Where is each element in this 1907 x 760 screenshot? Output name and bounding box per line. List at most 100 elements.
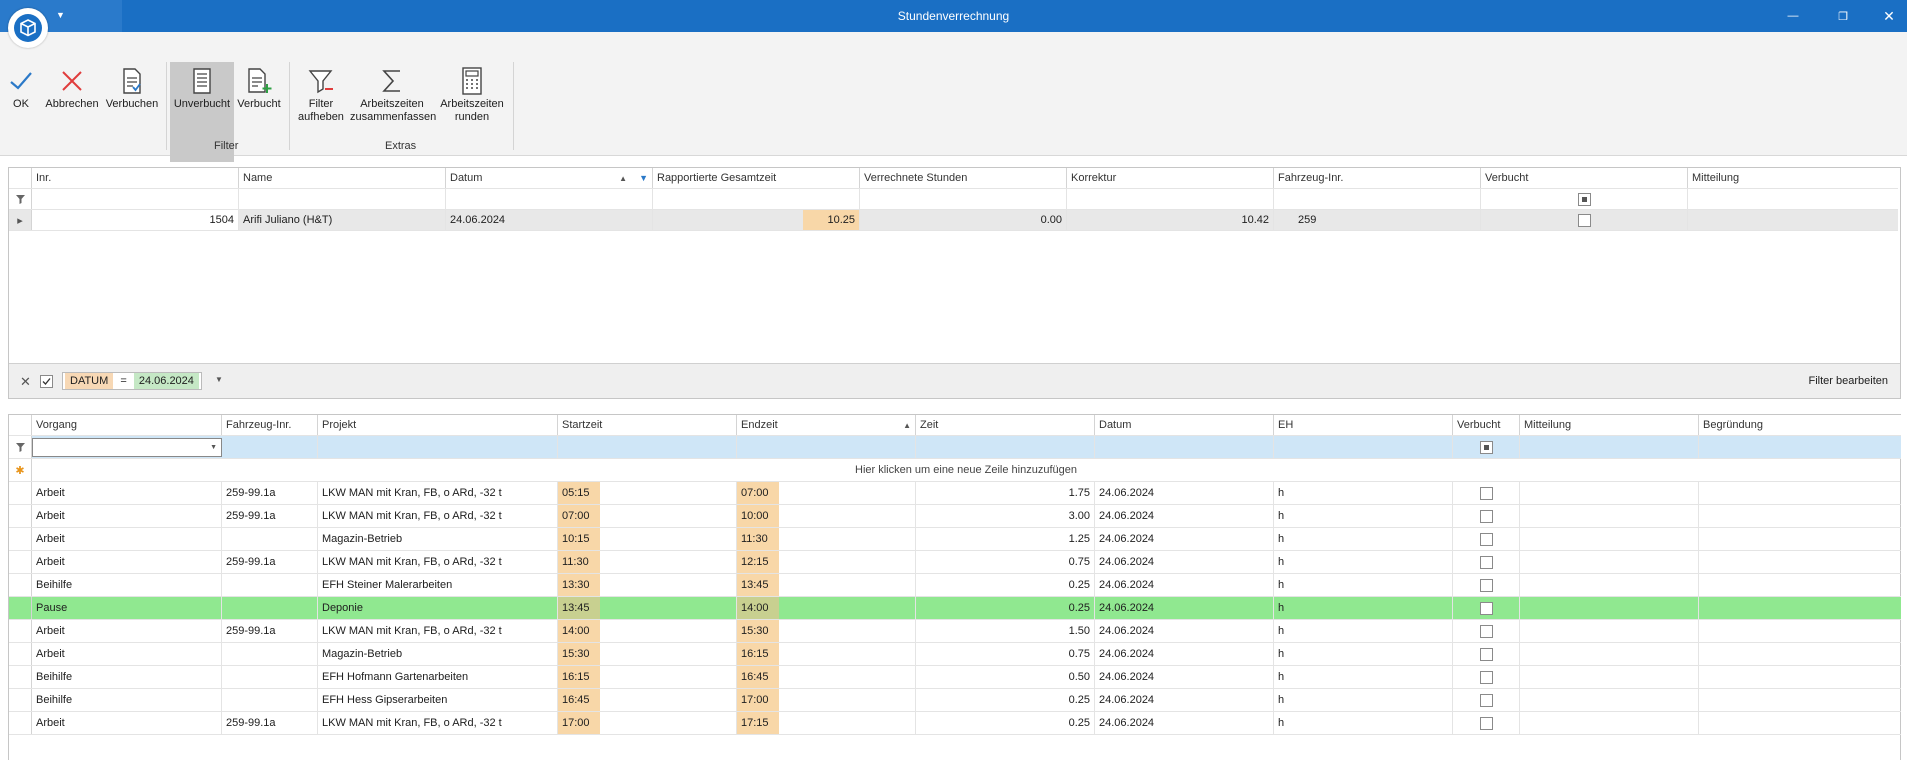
app-logo[interactable] [8, 8, 48, 48]
verbucht-checkbox[interactable] [1479, 578, 1493, 592]
col-verbucht[interactable]: Verbucht [1453, 415, 1520, 435]
cell-vorgang[interactable]: Pause [32, 597, 222, 619]
filter-korrektur[interactable] [1067, 189, 1274, 209]
table-row[interactable]: Arbeit 259-99.1a LKW MAN mit Kran, FB, o A… [9, 551, 1901, 574]
filter-active-icon[interactable]: ▼ [639, 173, 648, 183]
cell-vorgang[interactable]: Beihilfe [32, 689, 222, 711]
cell-zeit[interactable]: 0.25 [916, 574, 1095, 596]
filter-datum[interactable] [446, 189, 653, 209]
cell-name[interactable]: Arifi Juliano (H&T) [239, 210, 446, 230]
row-indicator[interactable] [9, 666, 32, 688]
table-row[interactable]: Arbeit 259-99.1a LKW MAN mit Kran, FB, o A… [9, 712, 1901, 735]
table-row[interactable]: Arbeit 259-99.1a LKW MAN mit Kran, FB, o A… [9, 505, 1901, 528]
verbucht-checkbox[interactable] [1479, 716, 1493, 730]
cell-startzeit[interactable]: 17:00 [558, 712, 737, 734]
filter-mitteilung[interactable] [1520, 436, 1699, 458]
row-indicator[interactable] [9, 620, 32, 642]
table-row[interactable]: ▸ 1504 Arifi Juliano (H&T) 24.06.2024 10… [9, 210, 1898, 231]
cell-endzeit[interactable]: 14:00 [737, 597, 916, 619]
verbucht-checkbox[interactable] [1479, 647, 1493, 661]
cell-startzeit[interactable]: 16:45 [558, 689, 737, 711]
filter-enabled-checkbox[interactable] [40, 375, 53, 388]
cell-vorgang[interactable]: Arbeit [32, 528, 222, 550]
filter-startzeit[interactable] [558, 436, 737, 458]
minimize-button[interactable]: — [1770, 0, 1816, 32]
cell-mitteilung[interactable] [1520, 620, 1699, 642]
cell-projekt[interactable]: Magazin-Betrieb [318, 528, 558, 550]
cell-datum[interactable]: 24.06.2024 [1095, 712, 1274, 734]
close-button[interactable]: ✕ [1866, 0, 1907, 32]
cell-zeit[interactable]: 0.25 [916, 712, 1095, 734]
cell-eh[interactable]: h [1274, 712, 1453, 734]
cell-eh[interactable]: h [1274, 666, 1453, 688]
col-endzeit[interactable]: Endzeit ▲ [737, 415, 916, 435]
filter-name[interactable] [239, 189, 446, 209]
cell-eh[interactable]: h [1274, 482, 1453, 504]
cell-projekt[interactable]: LKW MAN mit Kran, FB, o ARd, -32 t [318, 505, 558, 527]
round-times-button[interactable]: Arbeitszeiten runden [436, 64, 508, 124]
cell-fahrzeug[interactable]: 259-99.1a [222, 712, 318, 734]
cell-projekt[interactable]: EFH Hess Gipserarbeiten [318, 689, 558, 711]
cell-verrechnet[interactable]: 0.00 [860, 210, 1067, 230]
cell-vorgang[interactable]: Arbeit [32, 712, 222, 734]
cell-mitteilung[interactable] [1520, 712, 1699, 734]
cell-datum[interactable]: 24.06.2024 [1095, 528, 1274, 550]
cell-projekt[interactable]: LKW MAN mit Kran, FB, o ARd, -32 t [318, 551, 558, 573]
cell-vorgang[interactable]: Beihilfe [32, 666, 222, 688]
cell-begruendung[interactable] [1699, 620, 1901, 642]
cell-fahrzeug[interactable]: 259-99.1a [222, 620, 318, 642]
cancel-button[interactable]: Abbrechen [42, 64, 102, 111]
table-row[interactable]: Arbeit Magazin-Betrieb 15:30 16:15 0.75 24.06… [9, 643, 1901, 666]
row-indicator[interactable] [9, 643, 32, 665]
table-row[interactable]: Arbeit 259-99.1a LKW MAN mit Kran, FB, o A… [9, 482, 1901, 505]
col-verrechnet[interactable]: Verrechnete Stunden [860, 168, 1067, 188]
cell-eh[interactable]: h [1274, 620, 1453, 642]
cell-startzeit[interactable]: 13:30 [558, 574, 737, 596]
col-datum[interactable]: Datum [1095, 415, 1274, 435]
verbucht-checkbox[interactable] [1479, 624, 1493, 638]
cell-projekt[interactable]: Deponie [318, 597, 558, 619]
cell-verbucht[interactable] [1453, 689, 1520, 711]
cell-verbucht[interactable] [1453, 620, 1520, 642]
cell-verbucht[interactable] [1481, 210, 1688, 230]
cell-endzeit[interactable]: 13:45 [737, 574, 916, 596]
cell-mitteilung[interactable] [1520, 597, 1699, 619]
cell-vorgang[interactable]: Arbeit [32, 551, 222, 573]
cell-startzeit[interactable]: 10:15 [558, 528, 737, 550]
row-indicator[interactable] [9, 528, 32, 550]
cell-zeit[interactable]: 0.75 [916, 551, 1095, 573]
filter-verbucht-checkbox[interactable] [1479, 440, 1493, 454]
cell-fahrzeug[interactable] [222, 597, 318, 619]
verbucht-checkbox[interactable] [1479, 670, 1493, 684]
cell-begruendung[interactable] [1699, 505, 1901, 527]
cell-startzeit[interactable]: 15:30 [558, 643, 737, 665]
cell-fahrzeug[interactable] [222, 689, 318, 711]
col-vorgang[interactable]: Vorgang [32, 415, 222, 435]
cell-mitteilung[interactable] [1520, 666, 1699, 688]
cell-zeit[interactable]: 0.25 [916, 689, 1095, 711]
cell-eh[interactable]: h [1274, 597, 1453, 619]
filter-datum[interactable] [1095, 436, 1274, 458]
table-row[interactable]: Arbeit 259-99.1a LKW MAN mit Kran, FB, o A… [9, 620, 1901, 643]
cell-begruendung[interactable] [1699, 666, 1901, 688]
cell-fahrzeug[interactable] [222, 666, 318, 688]
cell-begruendung[interactable] [1699, 574, 1901, 596]
cell-eh[interactable]: h [1274, 505, 1453, 527]
cell-eh[interactable]: h [1274, 528, 1453, 550]
col-begruendung[interactable]: Begründung [1699, 415, 1901, 435]
booked-filter-button[interactable]: Verbucht [236, 64, 282, 111]
filter-zeit[interactable] [916, 436, 1095, 458]
cell-begruendung[interactable] [1699, 643, 1901, 665]
filter-inr[interactable] [32, 189, 239, 209]
row-indicator[interactable] [9, 712, 32, 734]
cell-fahrzeug[interactable]: 259-99.1a [222, 551, 318, 573]
row-indicator[interactable] [9, 505, 32, 527]
col-datum[interactable]: Datum ▲ ▼ [446, 168, 653, 188]
col-projekt[interactable]: Projekt [318, 415, 558, 435]
col-startzeit[interactable]: Startzeit [558, 415, 737, 435]
cell-projekt[interactable]: LKW MAN mit Kran, FB, o ARd, -32 t [318, 712, 558, 734]
cell-vorgang[interactable]: Arbeit [32, 620, 222, 642]
verbucht-checkbox[interactable] [1479, 693, 1493, 707]
cell-mitteilung[interactable] [1520, 689, 1699, 711]
cell-inr[interactable]: 1504 [32, 210, 239, 230]
